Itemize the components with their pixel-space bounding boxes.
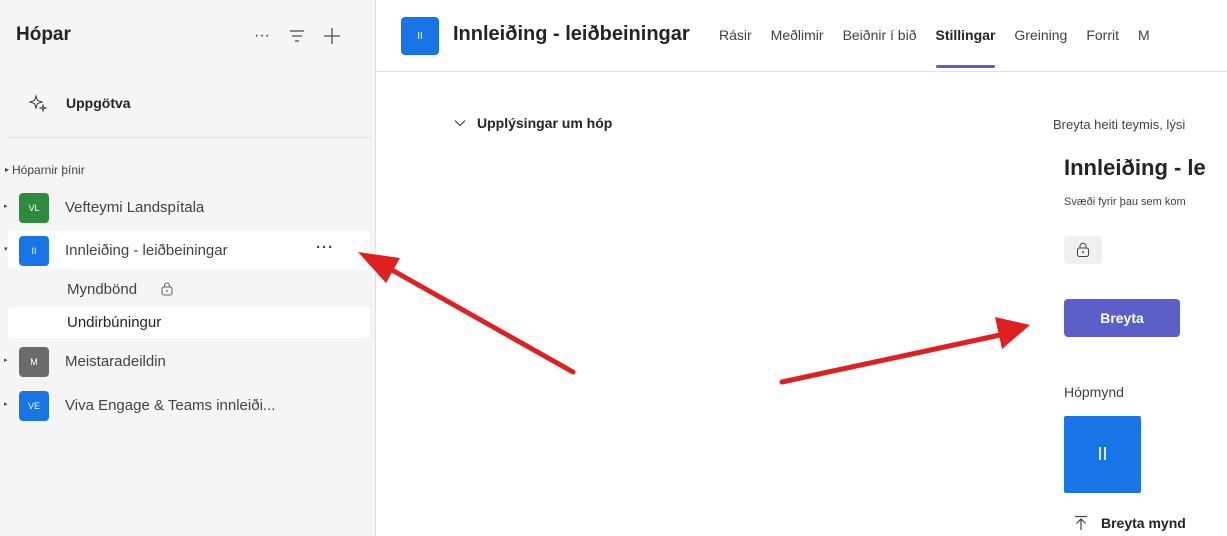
channel-name: Myndbönd <box>67 281 138 298</box>
lock-icon <box>161 282 173 296</box>
create-plus-icon[interactable] <box>318 22 346 50</box>
team-avatar: M <box>19 347 49 377</box>
team-caret-icon[interactable]: ▸ <box>4 400 8 408</box>
team-header-title: Innleiðing - leiðbeiningar <box>453 23 690 45</box>
team-name: Viva Engage & Teams innleiði... <box>65 397 276 414</box>
team-caret-icon[interactable]: ▸ <box>4 356 8 364</box>
team-info-accordion[interactable]: Upplýsingar um hóp <box>453 115 612 131</box>
privacy-badge <box>1064 236 1102 264</box>
team-item-innleiding[interactable]: ▾ II Innleiðing - leiðbeiningar ··· <box>4 231 370 269</box>
active-tab-indicator <box>935 65 996 68</box>
channel-item-myndbond[interactable]: Myndbönd <box>8 274 370 305</box>
discover-label: Uppgötva <box>66 95 131 111</box>
team-name: Meistaradeildin <box>65 353 166 370</box>
arrow-to-edit-button <box>779 317 1030 385</box>
sidebar-header: Hópar ··· <box>0 0 376 70</box>
team-name: Vefteymi Landspítala <box>65 199 205 216</box>
accordion-label: Upplýsingar um hóp <box>477 115 613 131</box>
tab-beidnir[interactable]: Beiðnir í bið <box>843 27 917 43</box>
tab-stillingar[interactable]: Stillingar <box>935 27 996 68</box>
sparkle-icon <box>28 94 48 113</box>
channel-name: Undirbúningur <box>67 314 162 331</box>
your-teams-section-label[interactable]: Hóparnir þínir <box>12 163 85 177</box>
filter-icon[interactable] <box>283 22 311 50</box>
tab-rasir[interactable]: Rásir <box>719 27 752 43</box>
team-item-viva-engage[interactable]: ▸ VE Viva Engage & Teams innleiði... <box>4 386 370 424</box>
team-picture-heading: Hópmynd <box>1064 384 1124 400</box>
edit-button[interactable]: Breyta <box>1064 299 1180 337</box>
team-header-avatar: II <box>401 17 439 55</box>
team-name-heading: Innleiðing - le <box>1064 155 1206 180</box>
upload-icon <box>1075 515 1087 530</box>
team-avatar: II <box>19 236 49 266</box>
team-name: Innleiðing - leiðbeiningar <box>65 242 228 259</box>
sidebar-title: Hópar <box>16 24 71 45</box>
team-avatar: VL <box>19 193 49 223</box>
channel-item-undirbuningur[interactable]: Undirbúningur <box>8 307 370 338</box>
sidebar-divider <box>8 137 372 138</box>
team-item-vefteymi[interactable]: ▸ VL Vefteymi Landspítala <box>4 188 370 226</box>
settings-description: Breyta heiti teymis, lýsi <box>1053 117 1186 132</box>
arrow-to-team-item <box>358 252 576 375</box>
teams-sidebar: Hópar ··· Uppgötva ▸ Hóparnir þínir ▸ VL… <box>0 0 376 536</box>
change-picture-label: Breyta mynd <box>1101 515 1186 531</box>
sidebar-actions: ··· <box>248 22 353 50</box>
team-caret-icon[interactable]: ▸ <box>4 202 8 210</box>
team-avatar: VE <box>19 391 49 421</box>
section-caret-icon[interactable]: ▸ <box>5 165 9 174</box>
chevron-down-icon <box>454 120 466 127</box>
change-picture-button[interactable]: Breyta mynd <box>1073 515 1186 531</box>
team-item-meistaradeildin[interactable]: ▸ M Meistaradeildin <box>4 342 370 380</box>
team-picture: II <box>1064 416 1141 493</box>
team-settings-panel: Breyta heiti teymis, lýsi Innleiðing - l… <box>1053 0 1227 536</box>
team-caret-icon[interactable]: ▾ <box>4 245 8 253</box>
tab-medlimir[interactable]: Meðlimir <box>771 27 824 43</box>
more-options-icon[interactable]: ··· <box>248 22 276 50</box>
team-more-options-icon[interactable]: ··· <box>316 239 334 256</box>
team-description-text: Svæði fyrir þau sem kom <box>1064 196 1186 208</box>
discover-item[interactable]: Uppgötva <box>0 82 376 126</box>
lock-icon <box>1077 242 1089 257</box>
tab-stillingar-label: Stillingar <box>935 27 996 43</box>
